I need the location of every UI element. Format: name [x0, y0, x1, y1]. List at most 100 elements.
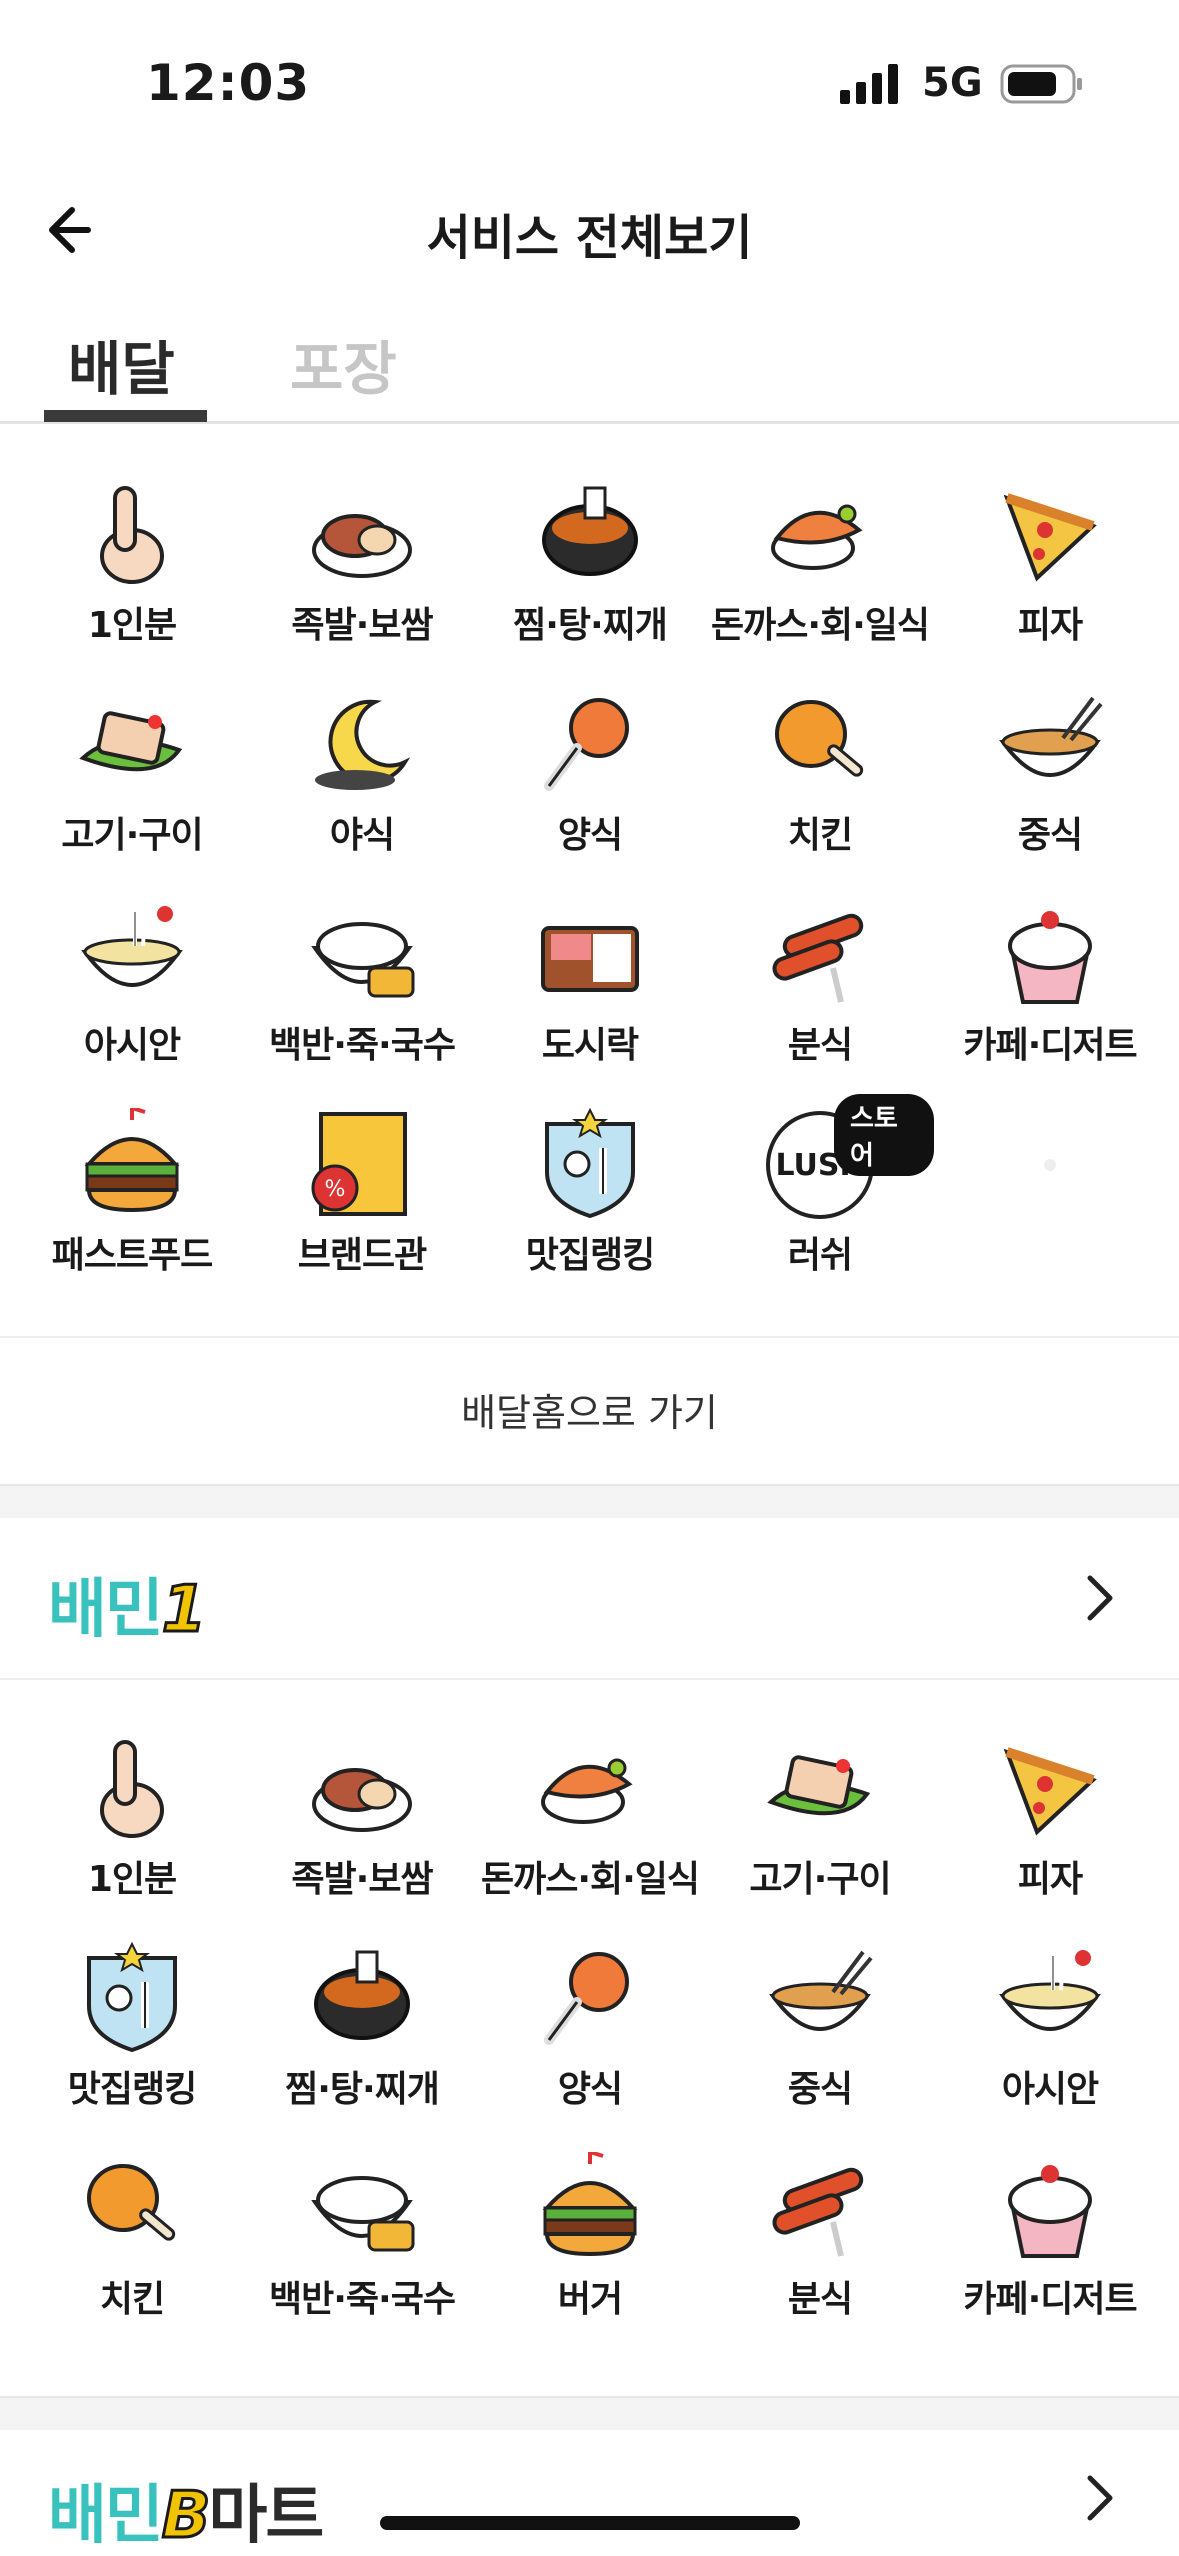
baemin1-category-grid: 1인분 족발·보쌈 돈까스·회·일식 고기·구이 피자맛집랭킹 찜·탕·찌개양식 중식 아시안…: [0, 1732, 1179, 2392]
hand-one-icon: [75, 1732, 189, 1846]
cellular-signal-icon: [840, 64, 898, 104]
category-label: 고기·구이: [61, 815, 203, 856]
category-label: 도시락: [541, 1025, 639, 1066]
category-item[interactable]: 아시안: [18, 898, 246, 1106]
category-item[interactable]: 맛집랭킹: [18, 1941, 246, 2150]
category-item[interactable]: 양식: [476, 688, 704, 896]
chevron-right-icon[interactable]: [1080, 2470, 1120, 2526]
category-item[interactable]: 패스트푸드: [18, 1105, 246, 1316]
category-item[interactable]: 족발·보쌈: [248, 478, 476, 686]
category-label: 버거: [557, 2279, 623, 2320]
category-item[interactable]: 1인분: [18, 478, 246, 686]
tteokbokki-icon: [763, 2152, 877, 2266]
burger-icon: [75, 1105, 189, 1222]
chevron-right-icon[interactable]: [1080, 1570, 1120, 1626]
category-label: 피자: [1017, 605, 1083, 646]
pho-bowl-icon: [75, 898, 189, 1012]
hand-one-icon: [75, 478, 189, 592]
page-title: 서비스 전체보기: [426, 210, 753, 266]
category-item[interactable]: 중식: [706, 1942, 934, 2150]
category-label: 치킨: [99, 2279, 165, 2320]
bmart-letter: B: [160, 2478, 212, 2555]
category-item[interactable]: 맛집랭킹: [476, 1107, 704, 1316]
category-item[interactable]: 찜·탕·찌개: [248, 1942, 476, 2150]
category-item[interactable]: 버거: [476, 2149, 704, 2360]
category-item[interactable]: 분식: [706, 2152, 934, 2360]
category-item[interactable]: 피자: [936, 478, 1164, 686]
category-item[interactable]: 피자: [936, 1732, 1164, 1940]
category-item[interactable]: 돈까스·회·일식: [706, 478, 934, 686]
category-item[interactable]: [936, 1108, 1164, 1316]
category-item[interactable]: 백반·죽·국수: [248, 898, 476, 1106]
category-item[interactable]: LUSH 스토어 러쉬: [706, 1094, 934, 1316]
category-item[interactable]: 백반·죽·국수: [248, 2152, 476, 2360]
bmart-header[interactable]: 배민B마트: [0, 2430, 1179, 2556]
category-item[interactable]: 아시안: [936, 1942, 1164, 2150]
category-item[interactable]: 돈까스·회·일식: [476, 1732, 704, 1940]
ranking-badge-icon: [533, 1107, 647, 1222]
category-item[interactable]: % 브랜드관: [248, 1108, 476, 1316]
bmart-logo: 배민B마트: [48, 2464, 325, 2556]
category-item[interactable]: 도시락: [476, 898, 704, 1106]
category-label: 아시안: [1001, 2069, 1099, 2110]
category-item[interactable]: 양식: [476, 1942, 704, 2150]
category-label: 피자: [1017, 1859, 1083, 1900]
baemin1-header[interactable]: 배민1: [0, 1518, 1179, 1678]
category-item[interactable]: 카페·디저트: [936, 898, 1164, 1106]
category-item[interactable]: 카페·디저트: [936, 2152, 1164, 2360]
battery-icon: [1000, 64, 1082, 104]
delivery-home-link[interactable]: 배달홈으로 가기: [0, 1382, 1179, 1437]
pizza-icon: [993, 1732, 1107, 1846]
category-item[interactable]: 찜·탕·찌개: [476, 478, 704, 686]
stew-pot-icon: [533, 478, 647, 592]
store-badge: 스토어: [834, 1094, 934, 1176]
grilled-meat-icon: [763, 1732, 877, 1846]
category-item[interactable]: 중식: [936, 688, 1164, 896]
svg-text:%: %: [325, 1177, 346, 1202]
blank-icon: [993, 1108, 1107, 1222]
section-gap: [0, 1484, 1179, 1518]
category-label: 맛집랭킹: [67, 2069, 197, 2110]
chicken-leg-icon: [75, 2152, 189, 2266]
noodle-bowl-icon: [993, 688, 1107, 802]
tteokbokki-icon: [763, 898, 877, 1012]
brand-sticker-icon: %: [305, 1108, 419, 1222]
category-label: 돈까스·회·일식: [480, 1859, 700, 1900]
category-label: 분식: [787, 2279, 853, 2320]
category-label: 분식: [787, 1025, 853, 1066]
pho-bowl-icon: [993, 1942, 1107, 2056]
tab-takeout[interactable]: 포장: [290, 322, 397, 406]
category-label: 치킨: [787, 815, 853, 856]
stew-pot-icon: [305, 1942, 419, 2056]
sushi-icon: [533, 1732, 647, 1846]
rice-bowl-icon: [305, 898, 419, 1012]
tab-bar: 배달 포장: [0, 300, 1179, 424]
cupcake-icon: [993, 2152, 1107, 2266]
category-label: 카페·디저트: [963, 1025, 1137, 1066]
pasta-fork-icon: [533, 688, 647, 802]
section-gap: [0, 2396, 1179, 2430]
status-time: 12:03: [146, 54, 311, 112]
category-label: 1인분: [87, 605, 177, 646]
category-item[interactable]: 치킨: [706, 688, 934, 896]
category-item[interactable]: 고기·구이: [18, 688, 246, 896]
chicken-leg-icon: [763, 688, 877, 802]
lunchbox-icon: [533, 898, 647, 1012]
bmart-suffix: 마트: [208, 2479, 325, 2553]
grilled-meat-icon: [75, 688, 189, 802]
sushi-icon: [763, 478, 877, 592]
category-item[interactable]: 족발·보쌈: [248, 1732, 476, 1940]
tab-delivery[interactable]: 배달: [68, 322, 175, 406]
category-label: 양식: [557, 2069, 623, 2110]
category-item[interactable]: 1인분: [18, 1732, 246, 1940]
category-label: 양식: [557, 815, 623, 856]
category-item[interactable]: 야식: [248, 688, 476, 896]
category-item[interactable]: 치킨: [18, 2152, 246, 2360]
category-item[interactable]: 고기·구이: [706, 1732, 934, 1940]
network-type: 5G: [922, 60, 983, 106]
category-item[interactable]: 분식: [706, 898, 934, 1106]
moon-icon: [305, 688, 419, 802]
divider: [0, 1336, 1179, 1338]
ranking-badge-icon: [75, 1941, 189, 2056]
category-label: 카페·디저트: [963, 2279, 1137, 2320]
